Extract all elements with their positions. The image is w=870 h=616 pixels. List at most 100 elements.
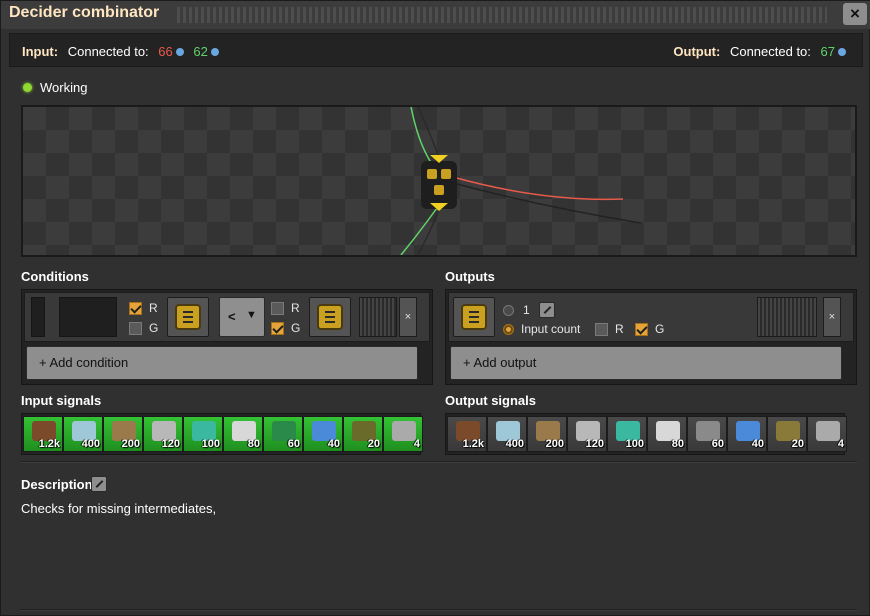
signal-slot[interactable]: 80 [647,416,687,452]
signal-count: 400 [505,438,524,450]
edit-pencil-icon[interactable] [539,302,555,318]
gears-icon [816,421,840,441]
signal-slot[interactable]: 100 [183,416,223,452]
drag-grip[interactable] [757,297,817,337]
lamp-icon [441,169,451,179]
signal-count: 120 [585,438,604,450]
remove-condition-button[interactable]: × [399,297,417,337]
signal-slot[interactable]: 20 [343,416,383,452]
input-connections: Input: Connected to: 66 62 [22,44,225,59]
signal-count: 200 [121,438,140,450]
left-green-checkbox[interactable] [129,322,142,335]
empty-slot [59,297,117,337]
signal-slot[interactable]: 60 [687,416,727,452]
comparator-value: < [228,309,236,324]
input-count-radio[interactable] [503,324,514,335]
signal-count: 200 [545,438,564,450]
output-red-checkbox[interactable] [595,323,608,336]
signal-slot[interactable]: 400 [487,416,527,452]
decider-combinator-window: Decider combinator × Input: Connected to… [0,0,870,616]
signal-slot[interactable]: 1.2k [447,416,487,452]
left-green-label: G [149,321,159,335]
connection-bar: Input: Connected to: 66 62 Output: Conne… [9,33,863,67]
status-dot-icon [23,83,32,92]
divider [21,461,857,463]
signal-count: 400 [81,438,100,450]
signal-slot[interactable]: 80 [223,416,263,452]
signal-count: 100 [201,438,220,450]
input-green-network-id: 62 [193,44,208,59]
left-red-label: R [149,301,158,315]
right-signal-selector[interactable] [309,297,351,337]
description-text: Checks for missing intermediates, [21,501,217,516]
output-green-checkbox[interactable] [635,323,648,336]
status-text: Working [40,80,88,95]
remove-output-button[interactable]: × [823,297,841,337]
output-green-network-id: 67 [820,44,835,59]
chevron-down-icon: ▼ [246,309,257,321]
drag-handle[interactable] [177,7,827,23]
signal-slot[interactable]: 60 [263,416,303,452]
output-connected-label: Connected to: [729,44,811,59]
lamp-icon [427,169,437,179]
signal-slot[interactable]: 400 [63,416,103,452]
outputs-label: Outputs [445,269,495,284]
output-signal-selector[interactable] [453,297,495,337]
info-icon[interactable] [838,48,846,56]
title-bar[interactable]: Decider combinator × [1,1,870,29]
signal-slot[interactable]: 4 [807,416,847,452]
input-count-label: Input count [521,322,581,336]
input-red-network-id: 66 [158,44,173,59]
info-icon[interactable] [175,48,184,56]
outputs-panel: 1 Input count R G × + Add output [445,289,857,385]
red-wire [452,176,624,201]
left-signal-selector[interactable] [167,297,209,337]
input-signals-list: 1.2k 400 200 120 100 80 60 40 20 4 [23,416,423,456]
right-red-label: R [291,301,300,315]
input-signals-panel: 1.2k 400 200 120 100 80 60 40 20 4 [21,413,423,456]
edit-description-pencil-icon[interactable] [91,476,107,492]
right-green-checkbox[interactable] [271,322,284,335]
signal-count: 40 [751,438,764,450]
constant-radio[interactable] [503,305,514,316]
signal-slot[interactable]: 40 [303,416,343,452]
signal-slot[interactable]: 20 [767,416,807,452]
entity-preview[interactable] [21,105,857,257]
decider-combinator-icon [317,304,343,330]
output-red-label: R [615,322,624,336]
signal-slot[interactable]: 40 [727,416,767,452]
status-indicator: Working [23,80,87,95]
constant-value: 1 [523,303,530,317]
comparator-dropdown[interactable]: < ▼ [219,297,265,337]
signal-slot[interactable]: 1.2k [23,416,63,452]
signal-slot[interactable]: 4 [383,416,423,452]
signal-slot[interactable]: 100 [607,416,647,452]
signal-count: 20 [791,438,804,450]
signal-count: 80 [671,438,684,450]
signal-count: 100 [625,438,644,450]
decider-combinator-icon [461,304,487,330]
conditions-label: Conditions [21,269,89,284]
signal-count: 1.2k [38,438,60,450]
gears-icon [392,421,416,441]
right-red-checkbox[interactable] [271,302,284,315]
drag-grip[interactable] [359,297,397,337]
decider-combinator-icon [175,304,201,330]
bottom-divider [21,609,857,611]
signal-count: 20 [367,438,380,450]
add-output-button[interactable]: + Add output [450,346,842,380]
output-signals-list: 1.2k 400 200 120 100 80 60 40 20 4 [447,416,847,456]
signal-slot[interactable]: 120 [143,416,183,452]
output-signals-panel: 1.2k 400 200 120 100 80 60 40 20 4 [445,413,847,456]
info-icon[interactable] [210,48,219,56]
signal-slot[interactable]: 200 [527,416,567,452]
add-condition-button[interactable]: + Add condition [26,346,418,380]
close-button[interactable]: × [843,3,867,25]
signal-slot[interactable]: 200 [103,416,143,452]
dark-wire [452,182,642,224]
output-green-label: G [655,322,665,336]
signal-count: 120 [161,438,180,450]
signal-slot[interactable]: 120 [567,416,607,452]
left-red-checkbox[interactable] [129,302,142,315]
condition-row: R G < ▼ R G × [24,292,430,342]
